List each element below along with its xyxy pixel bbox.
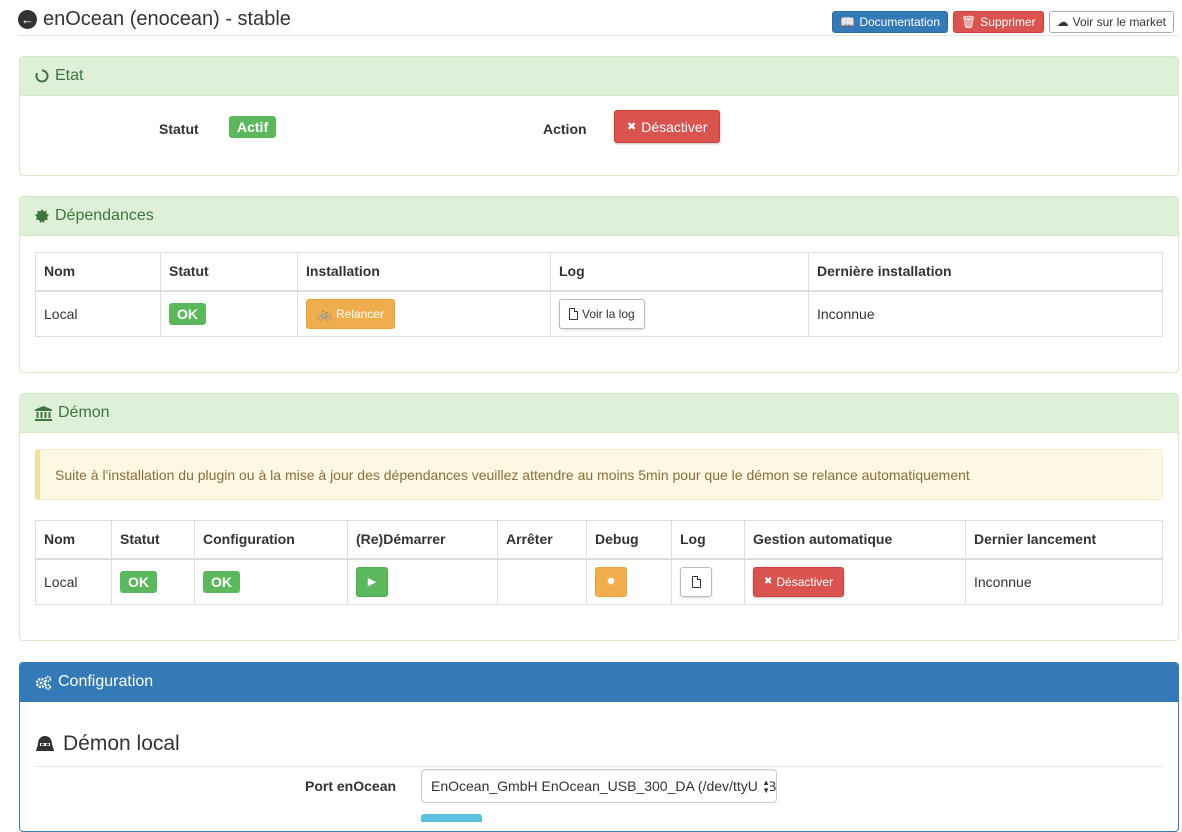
user-secret-icon xyxy=(36,735,54,751)
play-icon: ▶ xyxy=(367,576,377,589)
col-nom: Nom xyxy=(35,252,161,292)
cloud-download-icon: ☁ xyxy=(1056,15,1069,29)
col-nom: Nom xyxy=(35,520,112,560)
configuration-panel: Configuration Démon local Port enOcean E… xyxy=(19,662,1179,832)
demon-dernier-lancement: Inconnue xyxy=(965,558,1163,605)
dependances-heading: Dépendances xyxy=(20,197,1178,236)
save-button-partial[interactable] xyxy=(421,814,482,822)
select-arrows-icon: ▲ ▼ xyxy=(759,779,770,795)
deactivate-auto-label: Désactiver xyxy=(776,574,834,589)
port-select-value: EnOcean_GmbH EnOcean_USB_300_DA (/dev/tt… xyxy=(431,778,777,794)
plugin-page: ← enOcean (enocean) - stable 📖 Documenta… xyxy=(0,0,1182,832)
cogs-icon xyxy=(35,675,52,690)
demon-title: Démon xyxy=(58,404,110,421)
col-statut: Statut xyxy=(111,520,195,560)
table-header-row: Nom Statut Installation Log Dernière ins… xyxy=(35,252,1163,292)
col-derniere-installation: Dernière installation xyxy=(808,252,1163,292)
documentation-button[interactable]: 📖 Documentation xyxy=(832,11,949,33)
header-actions: 📖 Documentation 🗑 Supprimer ☁ Voir sur l… xyxy=(832,11,1174,33)
col-arreter: Arrêter xyxy=(497,520,587,560)
etat-heading: Etat xyxy=(20,57,1178,96)
col-redemarrer: (Re)Démarrer xyxy=(347,520,498,560)
statut-badge: Actif xyxy=(229,116,277,138)
table-row: Local OK 🚲 Relancer Voir la log Inconnue xyxy=(35,290,1163,337)
deactivate-plugin-label: Désactiver xyxy=(641,118,708,135)
file-icon xyxy=(691,575,701,588)
documentation-label: Documentation xyxy=(859,15,941,29)
table-row: Local OK OK ▶ ✹ ✖ Désactiver Inconnue xyxy=(35,558,1163,605)
demon-alert-text: Suite à l'installation du plugin ou à la… xyxy=(55,466,970,483)
voir-log-label: Voir la log xyxy=(582,306,635,321)
etat-title: Etat xyxy=(55,67,84,84)
debug-button[interactable]: ✹ xyxy=(595,566,627,597)
col-configuration: Configuration xyxy=(194,520,348,560)
col-dernier-lancement: Dernier lancement xyxy=(965,520,1163,560)
demon-nom: Local xyxy=(35,558,112,605)
circle-notch-icon xyxy=(35,69,49,83)
voir-log-button[interactable]: Voir la log xyxy=(559,298,645,329)
demon-heading: Démon xyxy=(20,394,1178,433)
demon-panel: Démon Suite à l'installation du plugin o… xyxy=(19,393,1179,641)
deactivate-auto-button[interactable]: ✖ Désactiver xyxy=(753,566,845,597)
col-statut: Statut xyxy=(160,252,298,292)
page-header: ← enOcean (enocean) - stable 📖 Documenta… xyxy=(18,6,1178,36)
dependances-table: Nom Statut Installation Log Dernière ins… xyxy=(35,252,1163,337)
certificate-icon xyxy=(35,209,49,223)
col-installation: Installation xyxy=(297,252,551,292)
demon-local-label: Démon local xyxy=(63,731,180,755)
port-select[interactable]: EnOcean_GmbH EnOcean_USB_300_DA (/dev/tt… xyxy=(421,769,777,803)
close-icon: ✖ xyxy=(627,121,637,133)
statut-label: Statut xyxy=(159,121,199,137)
configuration-heading: Configuration xyxy=(20,663,1178,702)
relancer-label: Relancer xyxy=(335,306,384,321)
page-title: ← enOcean (enocean) - stable xyxy=(18,8,291,31)
start-demon-button[interactable]: ▶ xyxy=(356,566,388,597)
arrow-circle-left-icon[interactable]: ← xyxy=(18,10,37,29)
file-icon xyxy=(569,307,578,320)
delete-label: Supprimer xyxy=(980,15,1036,29)
market-label: Voir sur le market xyxy=(1072,15,1166,29)
bicycle-icon: 🚲 xyxy=(317,306,332,321)
dep-nom: Local xyxy=(35,290,161,337)
university-icon xyxy=(35,405,52,421)
col-log: Log xyxy=(550,252,809,292)
demon-arreter-cell xyxy=(497,558,587,605)
demon-config-badge: OK xyxy=(203,570,240,593)
bug-icon: ✹ xyxy=(606,576,616,589)
plugin-title: enOcean (enocean) - stable xyxy=(43,8,291,30)
col-debug: Debug xyxy=(586,520,672,560)
relancer-button[interactable]: 🚲 Relancer xyxy=(306,298,395,329)
dep-derniere-installation: Inconnue xyxy=(808,290,1163,337)
configuration-title: Configuration xyxy=(58,673,154,690)
delete-button[interactable]: 🗑 Supprimer xyxy=(953,11,1044,33)
demon-alert: Suite à l'installation du plugin ou à la… xyxy=(35,449,1163,500)
col-log: Log xyxy=(671,520,745,560)
demon-log-button[interactable] xyxy=(680,566,712,597)
dependances-panel: Dépendances Nom Statut Installation Log … xyxy=(19,196,1179,373)
col-gestion-automatique: Gestion automatique xyxy=(744,520,966,560)
close-icon: ✖ xyxy=(764,576,773,588)
action-label: Action xyxy=(543,121,587,137)
port-label: Port enOcean xyxy=(305,778,397,794)
dependances-title: Dépendances xyxy=(55,207,154,224)
market-button[interactable]: ☁ Voir sur le market xyxy=(1048,11,1174,33)
demon-table: Nom Statut Configuration (Re)Démarrer Ar… xyxy=(35,520,1163,605)
etat-panel: Etat Statut Actif Action ✖ Désactiver xyxy=(19,56,1179,176)
deactivate-plugin-button[interactable]: ✖ Désactiver xyxy=(614,110,721,143)
trash-icon: 🗑 xyxy=(961,15,977,29)
table-header-row: Nom Statut Configuration (Re)Démarrer Ar… xyxy=(35,520,1163,560)
demon-local-title: Démon local xyxy=(35,721,1163,767)
book-icon: 📖 xyxy=(840,15,856,29)
dep-status-badge: OK xyxy=(169,302,206,325)
demon-status-badge: OK xyxy=(120,570,157,593)
